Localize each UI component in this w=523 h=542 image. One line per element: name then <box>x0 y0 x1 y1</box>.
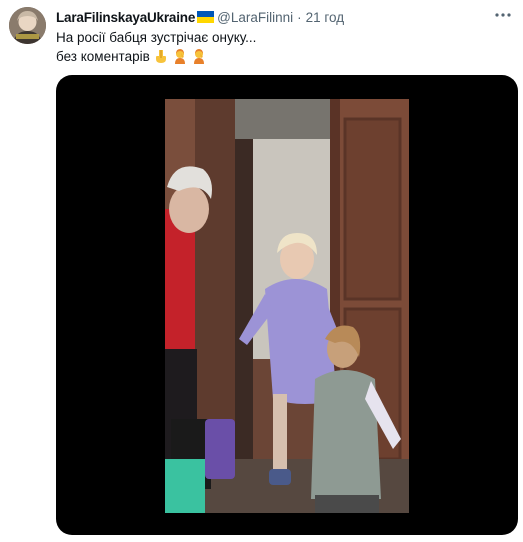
separator-dot: · <box>297 9 302 25</box>
tweet-text: На росії бабця зустрічає онуку... без ко… <box>56 28 256 66</box>
tweet[interactable]: LaraFilinskayaUkraine @LaraFilinni · 21 … <box>0 0 523 542</box>
video-frame <box>165 99 409 513</box>
tweet-video[interactable] <box>56 75 518 535</box>
facepalm-woman-emoji <box>193 49 204 64</box>
display-name[interactable]: LaraFilinskayaUkraine <box>56 10 195 25</box>
tweet-header: LaraFilinskayaUkraine @LaraFilinni · 21 … <box>56 9 344 25</box>
tweet-text-line-2: без коментарів <box>56 47 256 66</box>
video-still-image <box>165 99 409 513</box>
more-horizontal-icon <box>495 13 511 17</box>
more-options-button[interactable] <box>493 6 513 24</box>
facepalm-woman-emoji <box>174 49 185 64</box>
timestamp[interactable]: 21 год <box>306 10 344 25</box>
tweet-text-line-2-text: без коментарів <box>56 49 150 64</box>
avatar[interactable] <box>9 7 46 44</box>
point-down-emoji <box>155 50 166 63</box>
avatar-image <box>9 7 46 44</box>
ukraine-flag-icon <box>197 11 215 23</box>
tweet-text-line-1: На росії бабця зустрічає онуку... <box>56 30 257 45</box>
user-handle[interactable]: @LaraFilinni <box>217 10 293 25</box>
